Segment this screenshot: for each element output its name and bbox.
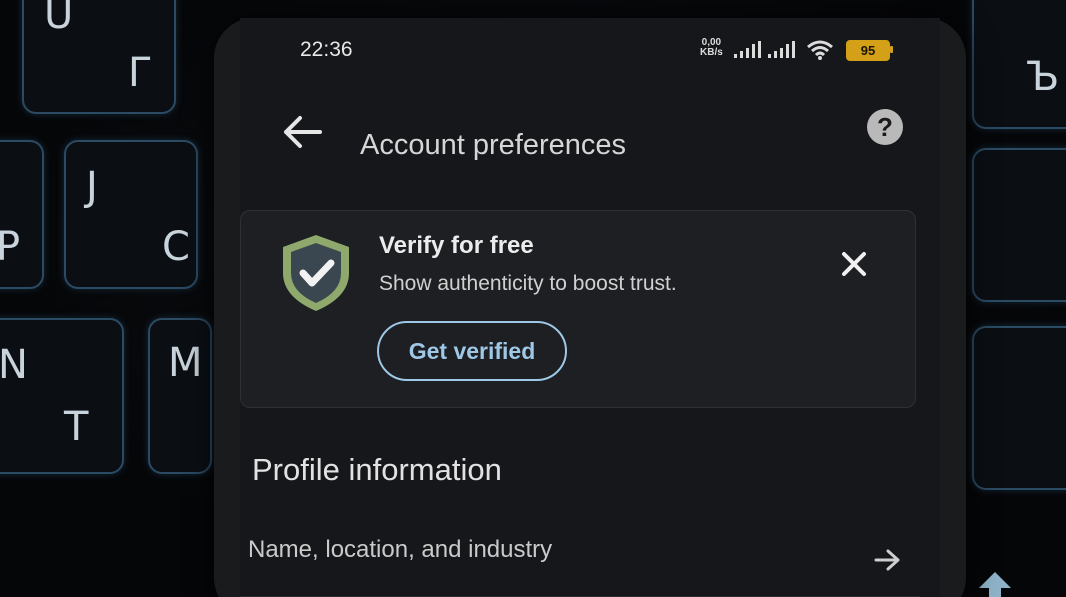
key-label: U bbox=[44, 0, 74, 38]
signal-icon bbox=[734, 41, 761, 58]
key-label: Г bbox=[128, 50, 153, 96]
keyboard-key: М bbox=[148, 318, 212, 474]
verify-description: Show authenticity to boost trust. bbox=[379, 272, 677, 295]
list-item-label: Name, location, and industry bbox=[248, 536, 553, 563]
verify-title: Verify for free bbox=[379, 232, 534, 259]
get-verified-button[interactable]: Get verified bbox=[377, 321, 567, 381]
page-title: Account preferences bbox=[360, 129, 626, 161]
scene: U Г Р J С N Т М Ъ 22:36 0,00 KB/s 95 Acc… bbox=[0, 0, 1066, 597]
list-item-name-location-industry[interactable]: Name, location, and industry bbox=[240, 514, 920, 594]
phone: 22:36 0,00 KB/s 95 Account preferences ?… bbox=[214, 18, 966, 597]
help-icon[interactable]: ? bbox=[867, 109, 903, 145]
key-label: N bbox=[0, 342, 28, 388]
network-speed-unit: KB/s bbox=[700, 47, 723, 58]
keyboard-key: N Т bbox=[0, 318, 124, 474]
back-arrow-icon[interactable] bbox=[280, 110, 330, 154]
status-time: 22:36 bbox=[300, 38, 353, 61]
keyboard-key bbox=[972, 326, 1066, 490]
key-label: J bbox=[86, 164, 98, 210]
network-speed: 0,00 KB/s bbox=[700, 38, 723, 58]
verify-card: Verify for free Show authenticity to boo… bbox=[240, 210, 916, 408]
key-label: С bbox=[162, 224, 190, 270]
keyboard-key: Р bbox=[0, 140, 44, 289]
key-label: М bbox=[168, 340, 203, 386]
arrow-right-icon bbox=[874, 549, 900, 571]
keyboard-key: Ъ bbox=[972, 0, 1066, 129]
close-icon[interactable] bbox=[837, 247, 871, 281]
verified-shield-icon bbox=[283, 235, 349, 311]
key-label: Ъ bbox=[1026, 54, 1060, 100]
app-screen: 22:36 0,00 KB/s 95 Account preferences ?… bbox=[240, 18, 940, 597]
key-label: Р bbox=[0, 224, 21, 270]
arrow-up-key-icon bbox=[979, 572, 1011, 597]
keyboard-key: U Г bbox=[22, 0, 176, 114]
section-title-profile: Profile information bbox=[252, 452, 502, 487]
battery-icon: 95 bbox=[846, 40, 890, 61]
key-label: Т bbox=[64, 404, 89, 450]
signal-icon bbox=[768, 41, 795, 58]
keyboard-key bbox=[972, 148, 1066, 302]
wifi-icon bbox=[807, 40, 833, 60]
status-icons: 0,00 KB/s 95 bbox=[700, 38, 920, 64]
keyboard-key: J С bbox=[64, 140, 198, 289]
battery-level: 95 bbox=[860, 43, 876, 58]
battery-tip bbox=[890, 46, 893, 53]
